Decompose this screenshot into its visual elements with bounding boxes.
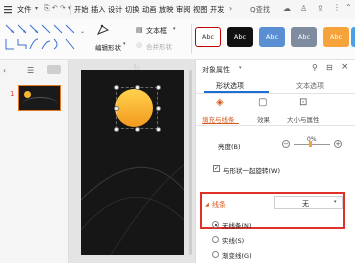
slide-thumbnail[interactable] — [18, 85, 61, 111]
edit-shape-button[interactable]: 编辑形状 — [95, 42, 121, 52]
sub-tab-size-properties[interactable]: 大小与属性 — [287, 114, 320, 124]
thumbnail-sun — [24, 91, 31, 98]
line-dropdown-value: 无 — [302, 200, 309, 208]
tab-active-underline — [204, 91, 269, 93]
hamburger-icon[interactable] — [4, 5, 12, 14]
chevron-down-icon[interactable]: ▾ — [123, 41, 126, 47]
merge-shape-icon: ◎ — [136, 41, 143, 49]
increase-icon[interactable]: + — [334, 140, 342, 148]
resize-handle-top-left[interactable] — [114, 85, 119, 90]
close-icon[interactable]: × — [341, 62, 349, 72]
resize-handle-top[interactable] — [135, 85, 140, 90]
shape-style-5[interactable]: Abc — [323, 27, 349, 47]
resize-handle-bottom-left[interactable] — [114, 127, 119, 132]
text-box-icon[interactable]: ▤ — [136, 26, 143, 34]
menu-tab-transition[interactable]: 切换 — [125, 5, 139, 15]
tab-shape-options[interactable]: 形状选项 — [216, 81, 244, 91]
slide-thumbnail-panel: ‹ ☰ 1 — [0, 60, 69, 263]
text-box-button[interactable]: 文本框 — [146, 26, 167, 36]
shape-style-4[interactable]: Abc — [291, 27, 317, 47]
chevron-down-icon: ▾ — [334, 199, 337, 205]
resize-handle-bottom[interactable] — [135, 127, 140, 132]
shape-gallery-down-icon[interactable]: ⌄ — [80, 28, 85, 35]
gradient-line-radio[interactable] — [212, 251, 219, 258]
menu-tab-insert[interactable]: 插入 — [91, 5, 105, 15]
search-icon[interactable]: ⚲ — [312, 63, 318, 72]
menu-separator — [70, 4, 71, 15]
no-line-radio[interactable] — [212, 221, 219, 228]
rotate-handle-icon[interactable]: ↻ — [133, 63, 140, 72]
no-line-label: 无线条(N) — [222, 222, 252, 230]
shape-style-1[interactable]: Abc — [195, 27, 221, 47]
menu-tab-slideshow[interactable]: 放映 — [159, 5, 173, 15]
collapse-icon[interactable]: ⌃ — [345, 3, 352, 12]
menu-tab-developer[interactable]: 开发 — [210, 5, 224, 15]
transparency-slider[interactable] — [294, 144, 330, 145]
gradient-line-label: 渐变线(G) — [222, 252, 252, 260]
resize-handle-top-right[interactable] — [156, 85, 161, 90]
sub-tab-effect[interactable]: 效果 — [257, 114, 270, 124]
menu-tab-design[interactable]: 设计 — [108, 5, 122, 15]
share-icon[interactable]: ⇪ — [317, 4, 324, 13]
resize-handle-bottom-right[interactable] — [156, 127, 161, 132]
chevron-down-icon[interactable]: ▾ — [239, 65, 242, 71]
chevron-right-icon[interactable]: › — [229, 4, 232, 13]
size-properties-icon[interactable]: ⊡ — [299, 97, 307, 108]
menu-tab-review[interactable]: 审阅 — [176, 5, 190, 15]
search-box[interactable]: Q查找 — [250, 5, 270, 15]
shape-style-2[interactable]: Abc — [227, 27, 253, 47]
effect-icon[interactable]: ▢ — [258, 97, 267, 108]
expand-arrow-icon[interactable]: ◢ — [205, 202, 209, 208]
main-tabs: 形状选项 文本选项 — [196, 78, 355, 94]
slide-number: 1 — [10, 90, 15, 98]
pin-icon[interactable]: ⊟ — [326, 63, 333, 72]
resize-handle-left[interactable] — [114, 106, 119, 111]
slide-canvas: ↻ — [69, 60, 195, 263]
edit-shape-icon[interactable] — [96, 24, 110, 38]
menu-file[interactable]: 文件 — [17, 5, 31, 15]
ribbon-toolbar: ⌄ 编辑形状 ▾ ▤ 文本框 ▾ ◎ 合并形状 Abc Abc Abc Abc … — [0, 19, 355, 60]
vertical-scrollbar[interactable] — [189, 70, 192, 255]
menu-tab-view[interactable]: 视图 — [193, 5, 207, 15]
transparency-label: 亮度(B) — [218, 143, 241, 151]
tab-text-options[interactable]: 文本选项 — [296, 81, 324, 91]
user-icon[interactable]: ♙ — [300, 4, 307, 13]
sub-tabs: ◈ 填充与线条 ▢ 效果 ⊡ 大小与属性 — [196, 95, 355, 126]
rotate-with-shape-label: 与形状一起旋转(W) — [223, 167, 280, 175]
solid-line-label: 实线(S) — [222, 237, 245, 245]
decrease-icon[interactable]: − — [282, 140, 290, 148]
shape-style-6[interactable] — [351, 27, 355, 47]
solid-line-radio[interactable] — [212, 236, 219, 243]
rotate-with-shape-checkbox[interactable]: ✓ — [213, 165, 220, 172]
shape-gallery[interactable] — [4, 23, 78, 53]
object-properties-panel: 对象属性 ▾ ⚲ ⊟ × 形状选项 文本选项 ◈ 填充与线条 ▢ 效果 ⊡ 大小… — [195, 60, 355, 263]
menu-bar: 文件 ▾ ⎘ ↶ ↷ ▾ 开始 插入 设计 切换 动画 放映 审阅 视图 开发 … — [0, 0, 355, 20]
chevron-down-icon[interactable]: ▾ — [173, 26, 176, 32]
selection-box — [116, 87, 158, 129]
outline-view-icon[interactable]: ☰ — [27, 66, 34, 75]
menu-tab-home[interactable]: 开始 — [74, 5, 88, 15]
collapse-panel-icon[interactable]: ‹ — [3, 66, 6, 75]
thumbnail-curve — [22, 97, 58, 112]
merge-shape-button[interactable]: 合并形状 — [146, 41, 172, 51]
line-dropdown[interactable]: 无 ▾ — [274, 196, 343, 209]
panel-title: 对象属性 — [202, 66, 230, 74]
menu-tab-animation[interactable]: 动画 — [142, 5, 156, 15]
thumbnail-view-icon[interactable] — [47, 65, 61, 74]
toolbar-icons[interactable]: ⎘ ↶ ↷ ▾ — [44, 4, 72, 13]
sub-tab-underline — [202, 123, 239, 124]
resize-handle-right[interactable] — [156, 106, 161, 111]
fill-line-icon[interactable]: ◈ — [216, 97, 224, 108]
more-icon[interactable]: ⋮ — [333, 3, 341, 12]
line-section-label[interactable]: 线条 — [212, 200, 226, 210]
chevron-down-icon[interactable]: ▾ — [35, 5, 38, 12]
slider-thumb[interactable] — [309, 141, 312, 147]
shape-style-3[interactable]: Abc — [259, 27, 285, 47]
toolbar-divider — [191, 24, 192, 54]
cloud-icon[interactable]: ☁ — [283, 4, 291, 13]
